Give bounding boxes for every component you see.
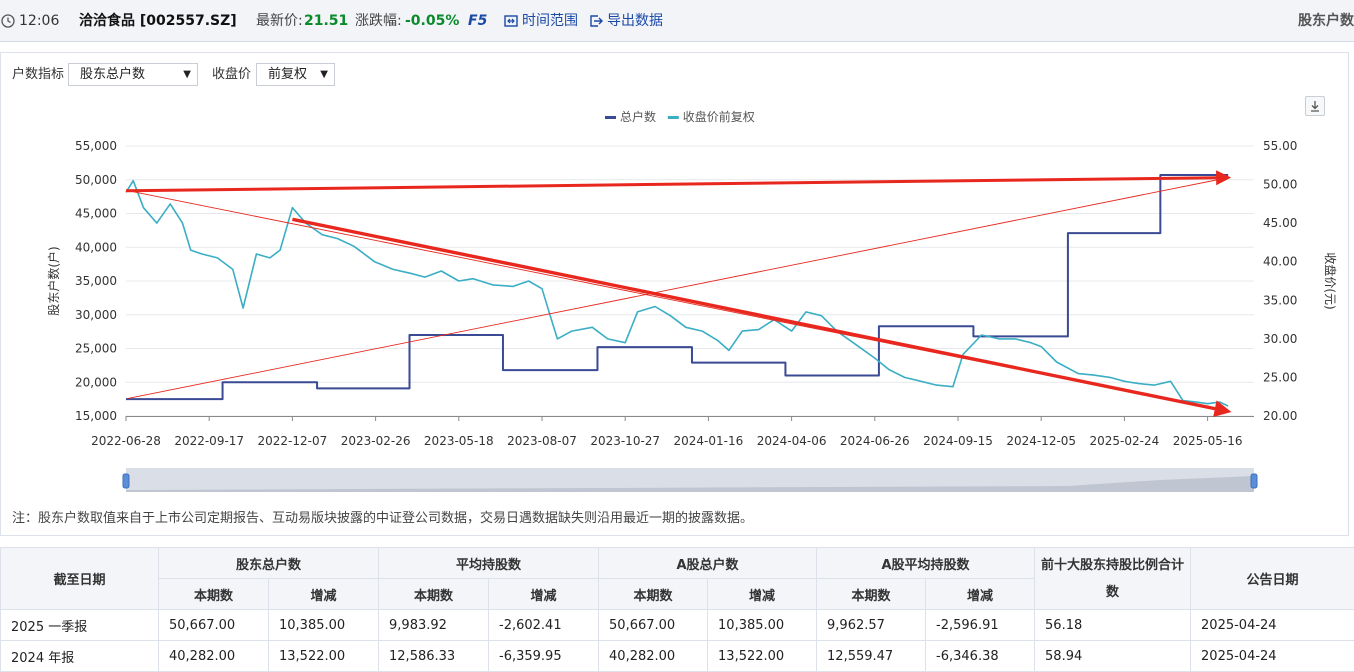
y-tick-label-left: 40,000: [75, 240, 117, 254]
table-cell: 9,983.92: [379, 610, 489, 641]
legend-swatch: [668, 116, 679, 119]
zoom-slider[interactable]: [123, 468, 1257, 492]
table-cell: 13,522.00: [708, 641, 817, 672]
sub-header[interactable]: 增减: [489, 579, 599, 610]
x-tick-label: 2024-09-15: [923, 434, 993, 448]
table-cell: 40,282.00: [599, 641, 708, 672]
y-tick-label-left: 25,000: [75, 342, 117, 356]
sub-header[interactable]: 本期数: [379, 579, 489, 610]
table-cell: 50,667.00: [159, 610, 269, 641]
x-axis: 2022-06-28 2022-09-17 2022-12-07 2023-02-26…: [91, 416, 1254, 448]
zoom-handle: [123, 474, 129, 488]
x-tick-label: 2023-02-26: [341, 434, 411, 448]
y-tick-label-right: 30.00: [1263, 332, 1297, 346]
y-tick-label-left: 20,000: [75, 375, 117, 389]
col-top10-ratio[interactable]: 前十大股东持股比例合计数: [1035, 548, 1191, 610]
table-cell: -6,359.95: [489, 641, 599, 672]
x-tick-label: 2025-02-24: [1090, 434, 1160, 448]
table-cell: 9,962.57: [817, 610, 926, 641]
holder-table: 截至日期 股东总户数 平均持股数 A股总户数 A股平均持股数 前十大股东持股比例…: [0, 547, 1354, 672]
table-cell: 12,559.47: [817, 641, 926, 672]
y-axis-title-right: 收盘价(元): [1323, 252, 1338, 309]
chart-legend: 总户数 收盘价前复权: [605, 109, 755, 124]
x-tick-label: 2023-08-07: [507, 434, 577, 448]
table-cell: 10,385.00: [269, 610, 379, 641]
table-cell: 2025 一季报: [1, 610, 159, 641]
y-axis-title-left: 股东户数(户): [46, 246, 61, 315]
sub-header[interactable]: 增减: [926, 579, 1035, 610]
x-tick-label: 2024-04-06: [757, 434, 827, 448]
shareholder-chart: 总户数 收盘价前复权 55,000 50,000 45,000 40,000 35,000…: [0, 0, 1354, 540]
table-cell: -2,602.41: [489, 610, 599, 641]
y-tick-label-left: 50,000: [75, 173, 117, 187]
y-tick-label-right: 55.00: [1263, 139, 1297, 153]
x-tick-label: 2023-10-27: [590, 434, 660, 448]
sub-header[interactable]: 增减: [269, 579, 379, 610]
x-tick-label: 2024-12-05: [1006, 434, 1076, 448]
table-cell: 10,385.00: [708, 610, 817, 641]
table-cell: -2,596.91: [926, 610, 1035, 641]
chart-grid: [126, 146, 1254, 416]
x-tick-label: 2022-09-17: [174, 434, 244, 448]
table-cell: 40,282.00: [159, 641, 269, 672]
y-axis-left: 55,000 50,000 45,000 40,000 35,000 30,000 25,0…: [46, 139, 117, 423]
table-cell: 50,667.00: [599, 610, 708, 641]
chart-series: [126, 175, 1228, 406]
table-cell: 12,586.33: [379, 641, 489, 672]
x-tick-label: 2024-01-16: [674, 434, 744, 448]
col-announce-date[interactable]: 公告日期: [1191, 548, 1354, 610]
y-tick-label-left: 15,000: [75, 409, 117, 423]
table-cell: 13,522.00: [269, 641, 379, 672]
legend-label: 总户数: [620, 109, 656, 124]
col-avg-shares[interactable]: 平均持股数: [379, 548, 599, 579]
legend-label: 收盘价前复权: [683, 109, 755, 124]
y-tick-label-right: 40.00: [1263, 255, 1297, 269]
table-row[interactable]: 2024 年报40,282.0013,522.0012,586.33-6,359…: [1, 641, 1354, 672]
y-tick-label-left: 30,000: [75, 308, 117, 322]
x-tick-label: 2025-05-16: [1173, 434, 1243, 448]
y-tick-label-right: 50.00: [1263, 178, 1297, 192]
footnote: 注：股东户数取值来自于上市公司定期报告、互动易版块披露的中证登公司数据，交易日遇…: [12, 507, 753, 526]
table-cell: 58.94: [1035, 641, 1191, 672]
x-tick-label: 2024-06-26: [840, 434, 910, 448]
table-cell: 2025-04-24: [1191, 641, 1354, 672]
table-cell: 2024 年报: [1, 641, 159, 672]
y-tick-label-left: 45,000: [75, 207, 117, 221]
y-tick-label-right: 45.00: [1263, 216, 1297, 230]
legend-swatch: [605, 116, 616, 119]
table-row[interactable]: 2025 一季报50,667.0010,385.009,983.92-2,602…: [1, 610, 1354, 641]
sub-header[interactable]: 增减: [708, 579, 817, 610]
col-date[interactable]: 截至日期: [1, 548, 159, 610]
table-cell: -6,346.38: [926, 641, 1035, 672]
zoom-handle: [1251, 474, 1257, 488]
series-line-price: [126, 181, 1228, 406]
y-tick-label-right: 25.00: [1263, 370, 1297, 384]
table-cell: 2025-04-24: [1191, 610, 1354, 641]
x-tick-label: 2022-12-07: [258, 434, 328, 448]
y-tick-label-left: 55,000: [75, 139, 117, 153]
x-tick-label: 2023-05-18: [424, 434, 494, 448]
y-tick-label-right: 35.00: [1263, 293, 1297, 307]
sub-header[interactable]: 本期数: [159, 579, 269, 610]
y-axis-right: 55.00 50.00 45.00 40.00 35.00 30.00 25.00 20.00…: [1263, 139, 1338, 423]
sub-header[interactable]: 本期数: [817, 579, 926, 610]
sub-header[interactable]: 本期数: [599, 579, 708, 610]
col-a-holders[interactable]: A股总户数: [599, 548, 817, 579]
col-a-avg-shares[interactable]: A股平均持股数: [817, 548, 1035, 579]
y-tick-label-right: 20.00: [1263, 409, 1297, 423]
table-cell: 56.18: [1035, 610, 1191, 641]
col-total-holders[interactable]: 股东总户数: [159, 548, 379, 579]
x-tick-label: 2022-06-28: [91, 434, 161, 448]
y-tick-label-left: 35,000: [75, 274, 117, 288]
